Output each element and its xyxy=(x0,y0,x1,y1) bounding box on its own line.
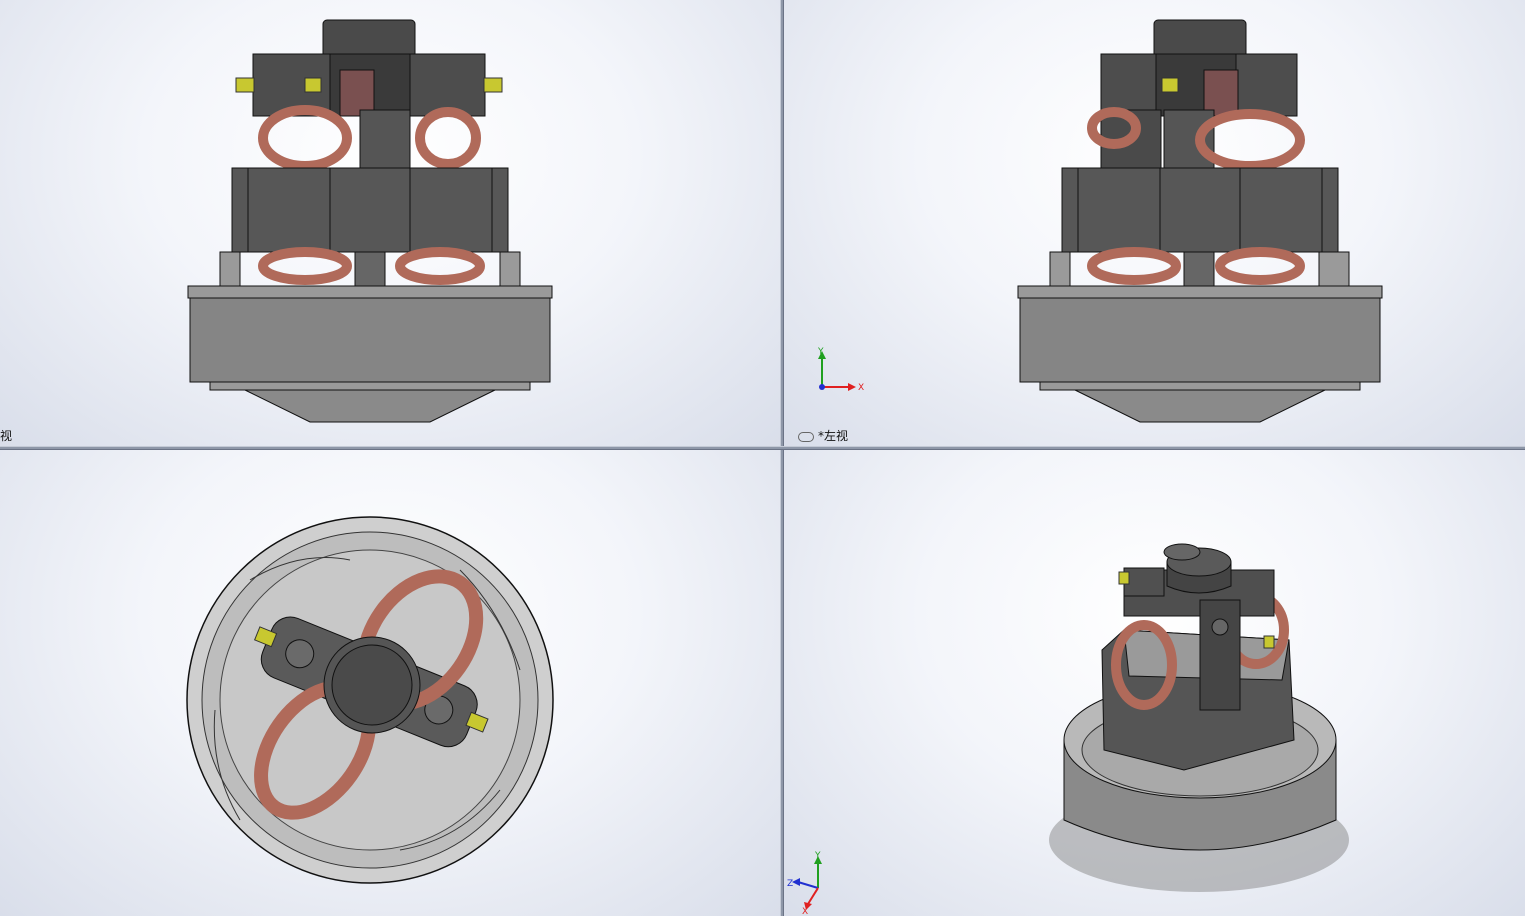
axis-triad-xyz: Y Z X xyxy=(787,851,822,916)
motor-top-model xyxy=(186,516,554,884)
view-label-left-text: *左视 xyxy=(818,429,849,443)
axis-y-label: Y xyxy=(814,851,821,861)
axis-x-label: X xyxy=(802,907,808,916)
motor-isometric-model xyxy=(1049,543,1349,892)
axis-x-label: X xyxy=(858,383,864,393)
axis-z-label: Z xyxy=(787,879,793,889)
axis-triad-xy: Y X xyxy=(817,347,864,393)
view-label-front: 视 xyxy=(0,429,13,443)
vertical-splitter[interactable] xyxy=(780,0,784,916)
viewport-top[interactable] xyxy=(0,450,780,916)
motor-left-model xyxy=(1017,19,1383,423)
motor-front-model xyxy=(187,19,553,423)
viewport-isometric[interactable]: Y Z X xyxy=(784,450,1525,916)
horizontal-splitter[interactable] xyxy=(0,446,1525,450)
viewport-front[interactable]: 视 xyxy=(0,0,780,446)
view-label-left: *左视 xyxy=(798,429,848,443)
viewport-left[interactable]: Y X *左视 xyxy=(784,0,1525,446)
link-view-icon[interactable] xyxy=(798,431,814,442)
axis-y-label: Y xyxy=(817,347,824,357)
